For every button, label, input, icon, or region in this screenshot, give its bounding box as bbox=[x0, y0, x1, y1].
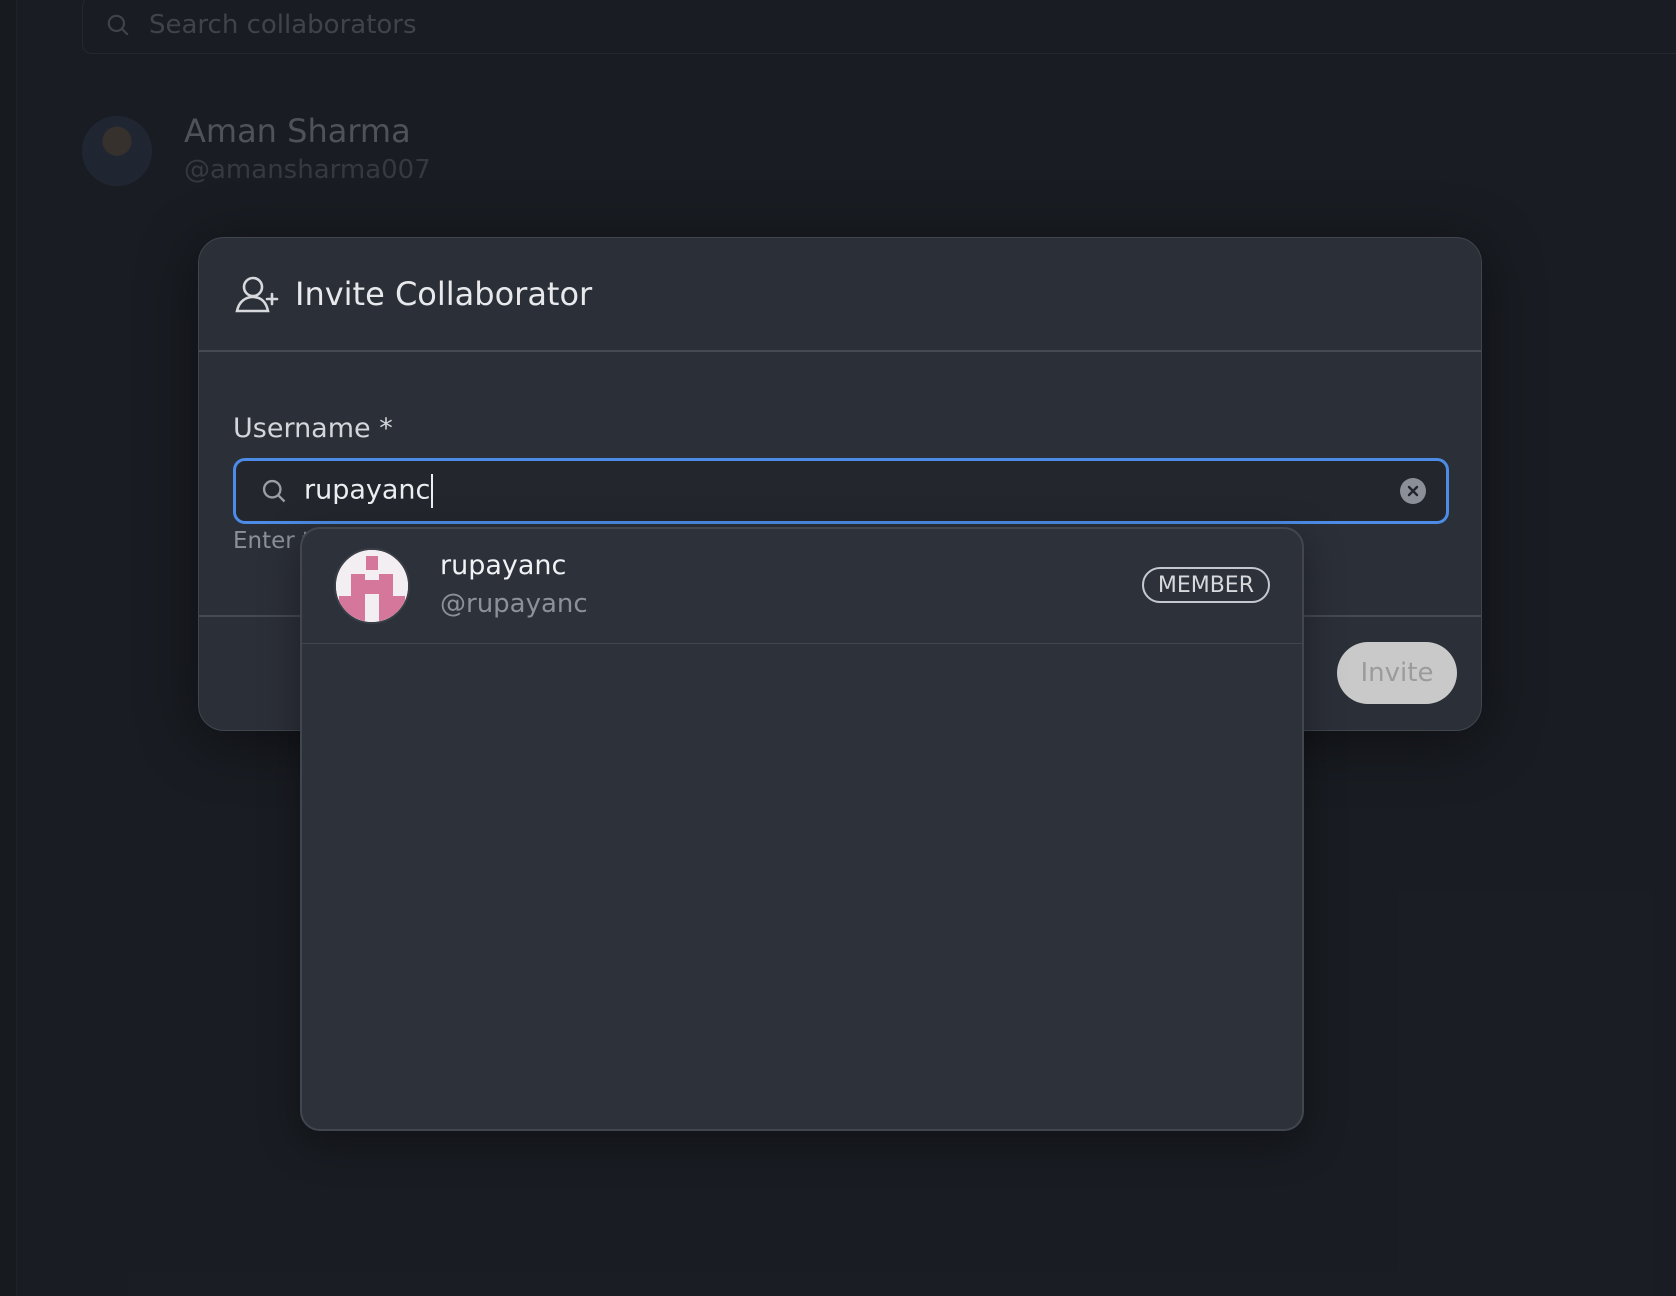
invite-button[interactable]: Invite bbox=[1337, 642, 1457, 704]
username-input-value: rupayanc bbox=[304, 474, 434, 508]
username-label: Username * bbox=[233, 413, 393, 444]
list-item[interactable]: rupayanc @rupayanc MEMBER bbox=[302, 529, 1302, 644]
close-icon bbox=[1407, 485, 1419, 497]
modal-title: Invite Collaborator bbox=[295, 275, 593, 313]
avatar bbox=[334, 548, 410, 624]
username-input-text: rupayanc bbox=[304, 474, 431, 506]
clear-input-button[interactable] bbox=[1400, 478, 1426, 504]
user-plus-icon bbox=[235, 276, 279, 313]
text-caret bbox=[431, 474, 434, 508]
username-suggestions-dropdown: rupayanc @rupayanc MEMBER bbox=[300, 527, 1304, 1131]
username-input[interactable]: rupayanc bbox=[233, 458, 1449, 524]
role-badge: MEMBER bbox=[1141, 567, 1270, 603]
search-icon bbox=[262, 479, 286, 503]
result-name: rupayanc bbox=[440, 550, 567, 581]
result-handle: @rupayanc bbox=[440, 589, 588, 619]
page: Search collaborators Aman Sharma @amansh… bbox=[0, 0, 1676, 1296]
modal-header: Invite Collaborator bbox=[199, 238, 1481, 352]
identicon-icon bbox=[336, 550, 408, 622]
